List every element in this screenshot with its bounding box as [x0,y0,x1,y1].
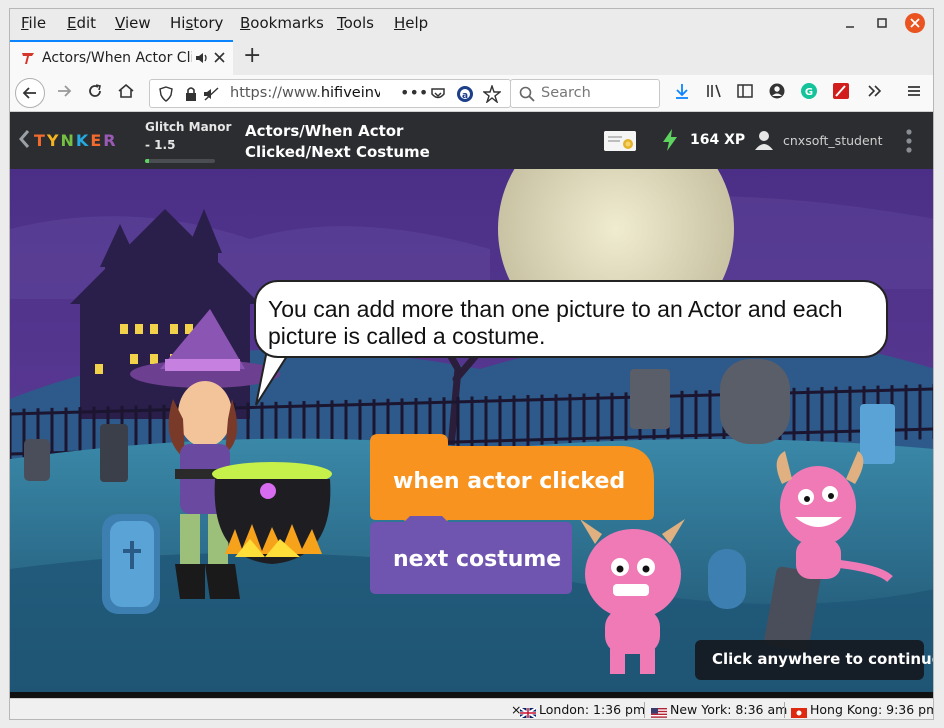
when-actor-clicked-block[interactable]: when actor clicked [393,469,625,494]
graveyard-background [10,169,933,692]
grammarly-icon: G [801,83,817,99]
menu-edit[interactable]: Edit [67,14,96,32]
hk-flag-icon [791,706,807,718]
status-separator [784,702,785,718]
kebab-menu-icon[interactable] [905,128,913,158]
forward-button[interactable] [53,82,75,106]
extension-a-icon[interactable]: a [456,85,474,107]
maximize-icon [877,18,887,28]
account-icon [769,83,785,99]
autoplay-blocked-icon[interactable] [202,86,220,106]
continue-button[interactable]: Click anywhere to continue [695,640,933,680]
clock-new-york: New York: 8:36 am [651,702,787,718]
next-costume-block[interactable]: next costume [393,547,561,572]
user-icon[interactable] [754,129,774,155]
speaker-icon[interactable] [194,50,210,70]
tab-title: Actors/When Actor Cli [42,50,192,66]
clock-hong-kong: Hong Kong: 9:36 pm [791,702,933,718]
browser-window: File Edit View History Bookmarks Tools H… [9,8,934,720]
clock-london: London: 1:36 pm [519,702,645,719]
us-flag-icon [651,706,667,718]
menu-file[interactable]: File [21,14,46,32]
shield-icon[interactable] [158,86,174,106]
code-blocks [370,434,654,594]
tynker-header: TYNKER Glitch Manor - 1.5 Actors/When Ac… [10,112,933,169]
page-actions-icon[interactable]: ••• [400,83,428,102]
status-bar: × London: 1:36 pm New York: 8:36 am Hong… [10,698,933,719]
url-bar[interactable]: https://www.hifiveinv ••• a [149,79,511,108]
lock-icon[interactable] [184,86,198,106]
pocket-icon[interactable] [430,86,446,106]
overflow-menu-button[interactable] [863,82,885,106]
hamburger-menu-button[interactable] [903,82,925,106]
reload-button[interactable] [84,82,106,106]
navigation-bar: https://www.hifiveinv ••• a Search G [10,75,933,112]
lightning-icon [660,128,680,156]
lesson-title: Actors/When Actor Clicked/Next Costume [245,121,430,163]
hamburger-icon [908,86,920,96]
reload-icon [89,84,101,97]
menu-tools[interactable]: Tools [337,14,374,32]
account-button[interactable] [766,82,788,106]
sidebar-icon [737,84,753,98]
speech-text: You can add more than one picture to an … [268,296,843,349]
home-button[interactable] [115,82,137,106]
search-icon [519,86,535,106]
home-icon [118,83,134,98]
cauldron [212,462,332,564]
tab-strip: Actors/When Actor Cli + [10,37,933,75]
library-icon [707,84,721,98]
lesson-scene[interactable]: You can add more than one picture to an … [10,169,933,692]
arrow-left-icon [22,87,36,99]
level-progress-fill [145,159,149,163]
close-window-button[interactable] [905,13,925,33]
minimize-icon [846,26,854,28]
menu-bookmarks[interactable]: Bookmarks [240,14,324,32]
username[interactable]: cnxsoft_student [783,133,882,148]
url-text: https://www.hifiveinv [230,85,380,101]
tynker-favicon-icon [20,50,36,66]
status-separator [644,702,645,718]
level-title: Glitch Manor [145,120,232,134]
lesson-title-line2: Clicked/Next Costume [245,143,430,161]
new-tab-button[interactable]: + [243,43,261,68]
search-bar[interactable]: Search [510,79,660,108]
menu-view[interactable]: View [115,14,151,32]
grammarly-button[interactable]: G [798,82,820,106]
pdf-extension-button[interactable] [830,82,852,106]
level-progress-bar [145,159,215,163]
menu-bar: File Edit View History Bookmarks Tools H… [10,9,933,37]
pdf-extension-icon [833,83,849,99]
back-chevron-icon[interactable] [17,128,31,155]
maximize-button[interactable] [872,13,892,33]
menu-help[interactable]: Help [394,14,428,32]
tynker-logo[interactable]: TYNKER [34,131,118,150]
download-icon [676,84,688,99]
bookmark-star-icon[interactable] [482,83,502,107]
search-placeholder: Search [541,85,591,101]
sidebar-button[interactable] [734,82,756,106]
svg-text:G: G [805,87,813,98]
xp-count: 164 XP [690,132,746,148]
speech-bubble: You can add more than one picture to an … [254,280,888,358]
back-button[interactable] [15,78,45,108]
tab-actors[interactable]: Actors/When Actor Cli [10,40,233,75]
downloads-button[interactable] [671,82,693,106]
arrow-right-icon [58,85,72,97]
level-number: - 1.5 [145,138,176,152]
menu-history[interactable]: History [170,14,223,32]
svg-text:a: a [462,91,468,101]
uk-flag-icon [519,706,537,719]
chevron-double-right-icon [868,85,882,97]
close-icon [910,18,920,28]
continue-label: Click anywhere to continue [712,650,933,668]
lesson-title-line1: Actors/When Actor [245,122,404,140]
minimize-button[interactable] [840,13,860,33]
library-button[interactable] [703,82,725,106]
tab-close-icon[interactable] [212,48,228,70]
certificate-icon[interactable] [604,131,636,151]
